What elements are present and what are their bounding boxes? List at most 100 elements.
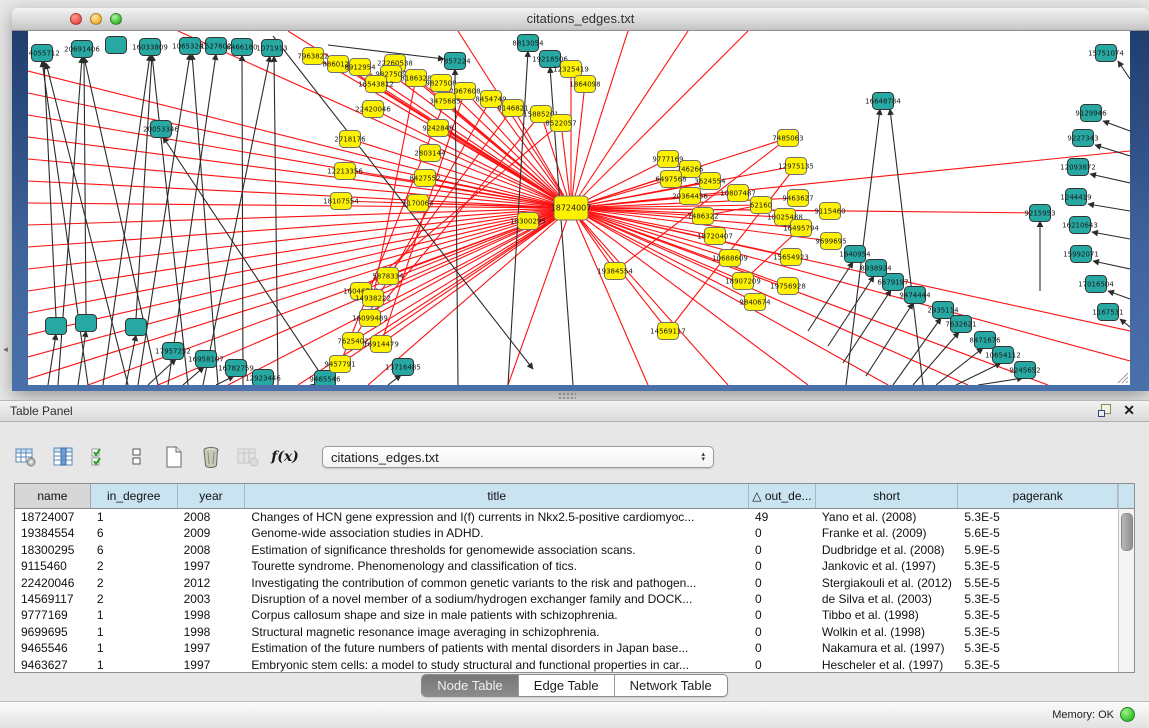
side-panel-collapse-arrow-icon[interactable]: ◂ bbox=[1, 342, 10, 356]
svg-text:7486322: 7486322 bbox=[687, 213, 718, 221]
column-header-year[interactable]: year bbox=[178, 484, 246, 508]
graph-node[interactable]: 16099489 bbox=[352, 310, 388, 327]
column-header-name[interactable]: name bbox=[15, 484, 91, 508]
graph-node[interactable] bbox=[106, 37, 127, 54]
graph-node[interactable]: 18907209 bbox=[725, 273, 761, 290]
canvas-resize-grip[interactable] bbox=[1118, 373, 1128, 383]
graph-node[interactable]: 1864098 bbox=[569, 76, 600, 93]
graph-node[interactable]: 15654923 bbox=[773, 249, 809, 266]
column-header-title[interactable]: title bbox=[245, 484, 749, 508]
graph-node[interactable]: 1640954 bbox=[839, 246, 871, 263]
graph-node[interactable]: 19756928 bbox=[770, 278, 806, 295]
graph-node[interactable] bbox=[76, 315, 97, 332]
graph-node[interactable]: 8471676 bbox=[969, 332, 1001, 349]
graph-node[interactable]: 2718176 bbox=[334, 131, 366, 148]
column-header-pagerank[interactable]: pagerank bbox=[958, 484, 1118, 508]
graph-node[interactable]: 10688609 bbox=[712, 250, 748, 267]
graph-node[interactable]: 8427552 bbox=[409, 170, 440, 187]
table-row[interactable]: 969969511998Structural magnetic resonanc… bbox=[15, 624, 1118, 640]
create-column-icon[interactable] bbox=[162, 445, 186, 469]
graph-node[interactable]: 9115460 bbox=[814, 203, 845, 220]
graph-node[interactable]: 7485063 bbox=[772, 130, 803, 147]
table-row[interactable]: 977716911998Corpus callosum shape and si… bbox=[15, 607, 1118, 623]
table-row[interactable]: 946362711997Embryonic stem cells: a mode… bbox=[15, 657, 1118, 672]
table-row[interactable]: 1872400712008Changes of HCN gene express… bbox=[15, 509, 1118, 525]
tab-edge-table[interactable]: Edge Table bbox=[519, 675, 615, 696]
graph-node[interactable]: 15751074 bbox=[1088, 45, 1124, 62]
column-header-out_de[interactable]: △ out_de... bbox=[749, 484, 816, 508]
table-row[interactable]: 1456911722003Disruption of a novel membe… bbox=[15, 591, 1118, 607]
svg-text:15654923: 15654923 bbox=[773, 254, 809, 262]
graph-node[interactable]: 17016504 bbox=[1078, 276, 1114, 293]
graph-node[interactable]: 1167531 bbox=[1092, 304, 1123, 321]
graph-node[interactable]: 13716485 bbox=[385, 359, 421, 376]
table-cell: 2008 bbox=[178, 509, 246, 525]
table-cell: 1997 bbox=[178, 640, 246, 656]
graph-node[interactable]: 18107554 bbox=[323, 193, 359, 210]
network-canvas-svg[interactable]: 1405571220691406160338091065324715276026… bbox=[28, 31, 1130, 385]
horizontal-splitter-handle[interactable] bbox=[558, 392, 576, 399]
graph-node[interactable]: 12093872 bbox=[1060, 159, 1096, 176]
graph-node[interactable]: 14569117 bbox=[650, 323, 686, 340]
graph-node[interactable]: 9699695 bbox=[815, 233, 846, 250]
table-row[interactable]: 2242004622012Investigating the contribut… bbox=[15, 575, 1118, 591]
graph-node[interactable]: 20053346 bbox=[143, 121, 179, 138]
row-height-icon[interactable] bbox=[125, 445, 149, 469]
graph-node[interactable]: 8813054 bbox=[512, 35, 544, 52]
table-cell: 1998 bbox=[178, 607, 246, 623]
float-panel-icon[interactable] bbox=[1098, 404, 1111, 417]
show-columns-icon[interactable] bbox=[51, 445, 75, 469]
tab-network-table[interactable]: Network Table bbox=[615, 675, 727, 696]
graph-node[interactable]: 20691406 bbox=[64, 41, 100, 58]
table-row[interactable]: 1830029562008Estimation of significance … bbox=[15, 542, 1118, 558]
table-cell: 2003 bbox=[178, 591, 246, 607]
select-rows-icon[interactable] bbox=[88, 445, 112, 469]
graph-node[interactable]: 9457791 bbox=[324, 356, 355, 373]
vertical-scrollbar[interactable] bbox=[1118, 484, 1134, 672]
svg-text:17957252: 17957252 bbox=[155, 348, 191, 356]
graph-node[interactable]: 7857224 bbox=[439, 53, 471, 70]
delete-column-icon[interactable] bbox=[199, 445, 223, 469]
svg-text:12093872: 12093872 bbox=[1060, 164, 1096, 172]
graph-node[interactable]: 12975135 bbox=[778, 158, 814, 175]
graph-node[interactable] bbox=[46, 318, 67, 335]
table-selector-dropdown[interactable]: citations_edges.txt ▴▾ bbox=[322, 446, 714, 468]
graph-node[interactable]: 9474444 bbox=[899, 287, 931, 304]
function-builder-icon[interactable]: f(x) bbox=[273, 445, 297, 469]
graph-node[interactable]: 19384554 bbox=[597, 263, 633, 280]
graph-node[interactable]: 9129946 bbox=[1075, 105, 1107, 122]
graph-node[interactable]: 15992071 bbox=[1063, 246, 1099, 263]
column-header-in_degree[interactable]: in_degree bbox=[91, 484, 178, 508]
graph-node[interactable]: 1071913 bbox=[256, 40, 287, 57]
network-canvas[interactable]: 1405571220691406160338091065324715276026… bbox=[28, 31, 1130, 385]
graph-node[interactable]: 1244419 bbox=[1060, 189, 1091, 206]
graph-node[interactable]: 9463627 bbox=[782, 190, 813, 207]
graph-node[interactable]: 6466160 bbox=[226, 39, 257, 56]
window-titlebar[interactable]: citations_edges.txt bbox=[12, 8, 1149, 31]
graph-node[interactable]: 18724007 bbox=[551, 196, 592, 220]
graph-node[interactable]: 62160 bbox=[750, 197, 772, 214]
tab-node-table[interactable]: Node Table bbox=[422, 675, 519, 696]
table-row[interactable]: 911546021997Tourette syndrome. Phenomeno… bbox=[15, 558, 1118, 574]
graph-node[interactable]: 16648784 bbox=[865, 93, 901, 110]
table-row[interactable]: 946554611997Estimation of the future num… bbox=[15, 640, 1118, 656]
column-header-short[interactable]: short bbox=[816, 484, 959, 508]
svg-text:15751074: 15751074 bbox=[1088, 50, 1124, 58]
graph-node[interactable]: 16033809 bbox=[132, 39, 168, 56]
graph-node[interactable]: 9215953 bbox=[1024, 205, 1055, 222]
table-cell: de Silva et al. (2003) bbox=[816, 591, 959, 607]
graph-node[interactable]: 16210643 bbox=[1062, 217, 1098, 234]
close-panel-icon[interactable]: ✕ bbox=[1123, 403, 1135, 417]
table-mode-icon[interactable] bbox=[14, 445, 38, 469]
svg-text:14569117: 14569117 bbox=[650, 328, 686, 336]
scrollbar-thumb[interactable] bbox=[1121, 513, 1133, 551]
graph-node[interactable]: 9245652 bbox=[1009, 362, 1040, 379]
graph-node[interactable]: 14055712 bbox=[28, 45, 60, 62]
graph-node[interactable] bbox=[126, 319, 147, 336]
table-row[interactable]: 1938455462009Genome-wide association stu… bbox=[15, 525, 1118, 541]
graph-node[interactable]: 2803144 bbox=[414, 145, 446, 162]
svg-text:9215953: 9215953 bbox=[1024, 210, 1055, 218]
svg-text:12975135: 12975135 bbox=[778, 163, 814, 171]
graph-node[interactable]: 9227343 bbox=[1067, 130, 1098, 147]
graph-node[interactable]: 10654112 bbox=[985, 347, 1021, 364]
